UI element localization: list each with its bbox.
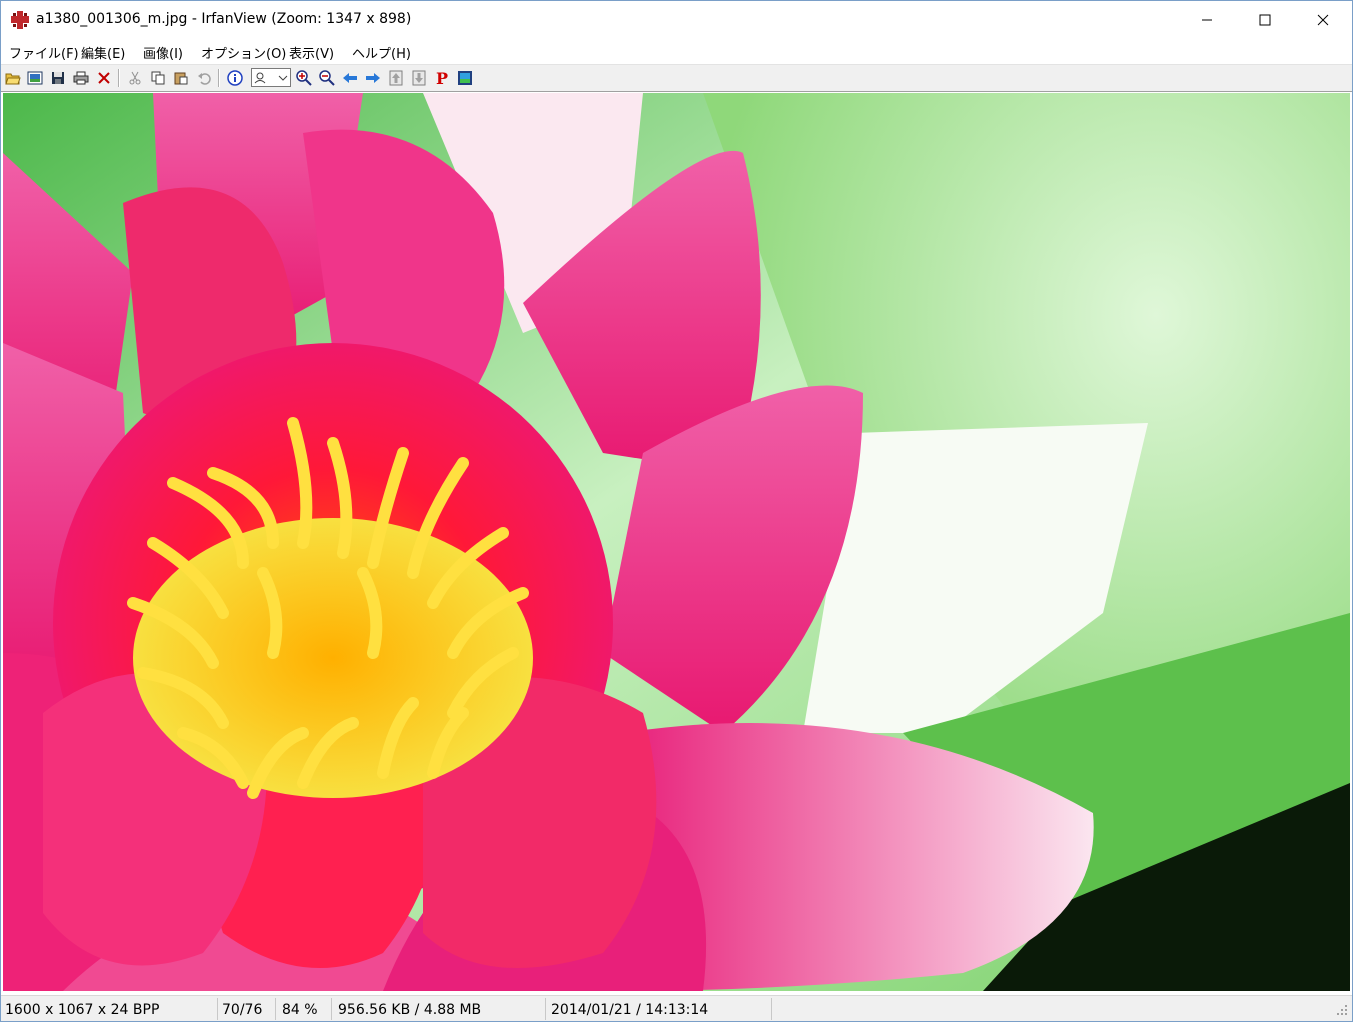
menu-bar: ファイル(F) 編集(E) 画像(I) オプション(O) 表示(V) ヘルプ(H…	[1, 39, 1352, 63]
next-icon[interactable]	[364, 69, 382, 87]
undo-icon[interactable]	[195, 69, 213, 87]
status-separator	[545, 998, 546, 1020]
status-separator	[771, 998, 772, 1020]
open-icon[interactable]	[4, 69, 22, 87]
status-filesize: 956.56 KB / 4.88 MB	[338, 1002, 482, 1018]
toolbar-separator	[118, 69, 120, 87]
toolbar-separator	[218, 69, 220, 87]
resize-grip-icon[interactable]	[1336, 1004, 1348, 1020]
menu-help[interactable]: ヘルプ(H)	[352, 43, 411, 62]
menu-image[interactable]: 画像(I)	[143, 43, 183, 62]
status-index: 70/76	[222, 1002, 263, 1018]
image-viewport[interactable]	[3, 93, 1350, 991]
status-zoom: 84 %	[282, 1002, 318, 1018]
paint-icon[interactable]: P	[433, 69, 451, 88]
menu-view[interactable]: 表示(V)	[289, 43, 334, 62]
close-icon	[1317, 14, 1329, 26]
print-icon[interactable]	[72, 69, 90, 87]
menu-file[interactable]: ファイル(F)	[9, 43, 79, 62]
status-separator	[275, 998, 276, 1020]
toolbar: P	[1, 64, 1352, 92]
copy-icon[interactable]	[149, 69, 167, 87]
previous-icon[interactable]	[341, 69, 359, 87]
info-icon[interactable]	[226, 69, 244, 87]
maximize-button[interactable]	[1236, 1, 1294, 39]
status-separator	[217, 998, 218, 1020]
save-icon[interactable]	[49, 69, 67, 87]
paste-icon[interactable]	[172, 69, 190, 87]
menu-edit[interactable]: 編集(E)	[81, 43, 125, 62]
menu-options[interactable]: オプション(O)	[201, 43, 286, 62]
cut-icon[interactable]	[126, 69, 144, 87]
pink-water-lily-photo	[3, 93, 1350, 991]
status-bar: 1600 x 1067 x 24 BPP 70/76 84 % 956.56 K…	[1, 995, 1352, 1021]
title-bar[interactable]: a1380_001306_m.jpg - IrfanView (Zoom: 13…	[1, 1, 1352, 39]
zoom-out-icon[interactable]	[318, 69, 336, 87]
close-button[interactable]	[1294, 1, 1352, 39]
irfanview-window: a1380_001306_m.jpg - IrfanView (Zoom: 13…	[0, 0, 1353, 1022]
status-datetime: 2014/01/21 / 14:13:14	[551, 1002, 709, 1018]
slideshow-icon[interactable]	[456, 69, 474, 87]
delete-icon[interactable]	[95, 69, 113, 87]
zoom-in-icon[interactable]	[295, 69, 313, 87]
thumbnails-icon[interactable]	[26, 69, 44, 87]
status-dimensions: 1600 x 1067 x 24 BPP	[5, 1002, 160, 1018]
minimize-icon	[1202, 19, 1212, 21]
status-separator	[331, 998, 332, 1020]
effects-combo[interactable]	[251, 68, 291, 87]
page-down-icon[interactable]	[410, 69, 428, 87]
irfanview-icon	[10, 10, 30, 30]
window-title: a1380_001306_m.jpg - IrfanView (Zoom: 13…	[36, 11, 412, 27]
maximize-icon	[1259, 14, 1271, 26]
minimize-button[interactable]	[1178, 1, 1236, 39]
page-up-icon[interactable]	[387, 69, 405, 87]
